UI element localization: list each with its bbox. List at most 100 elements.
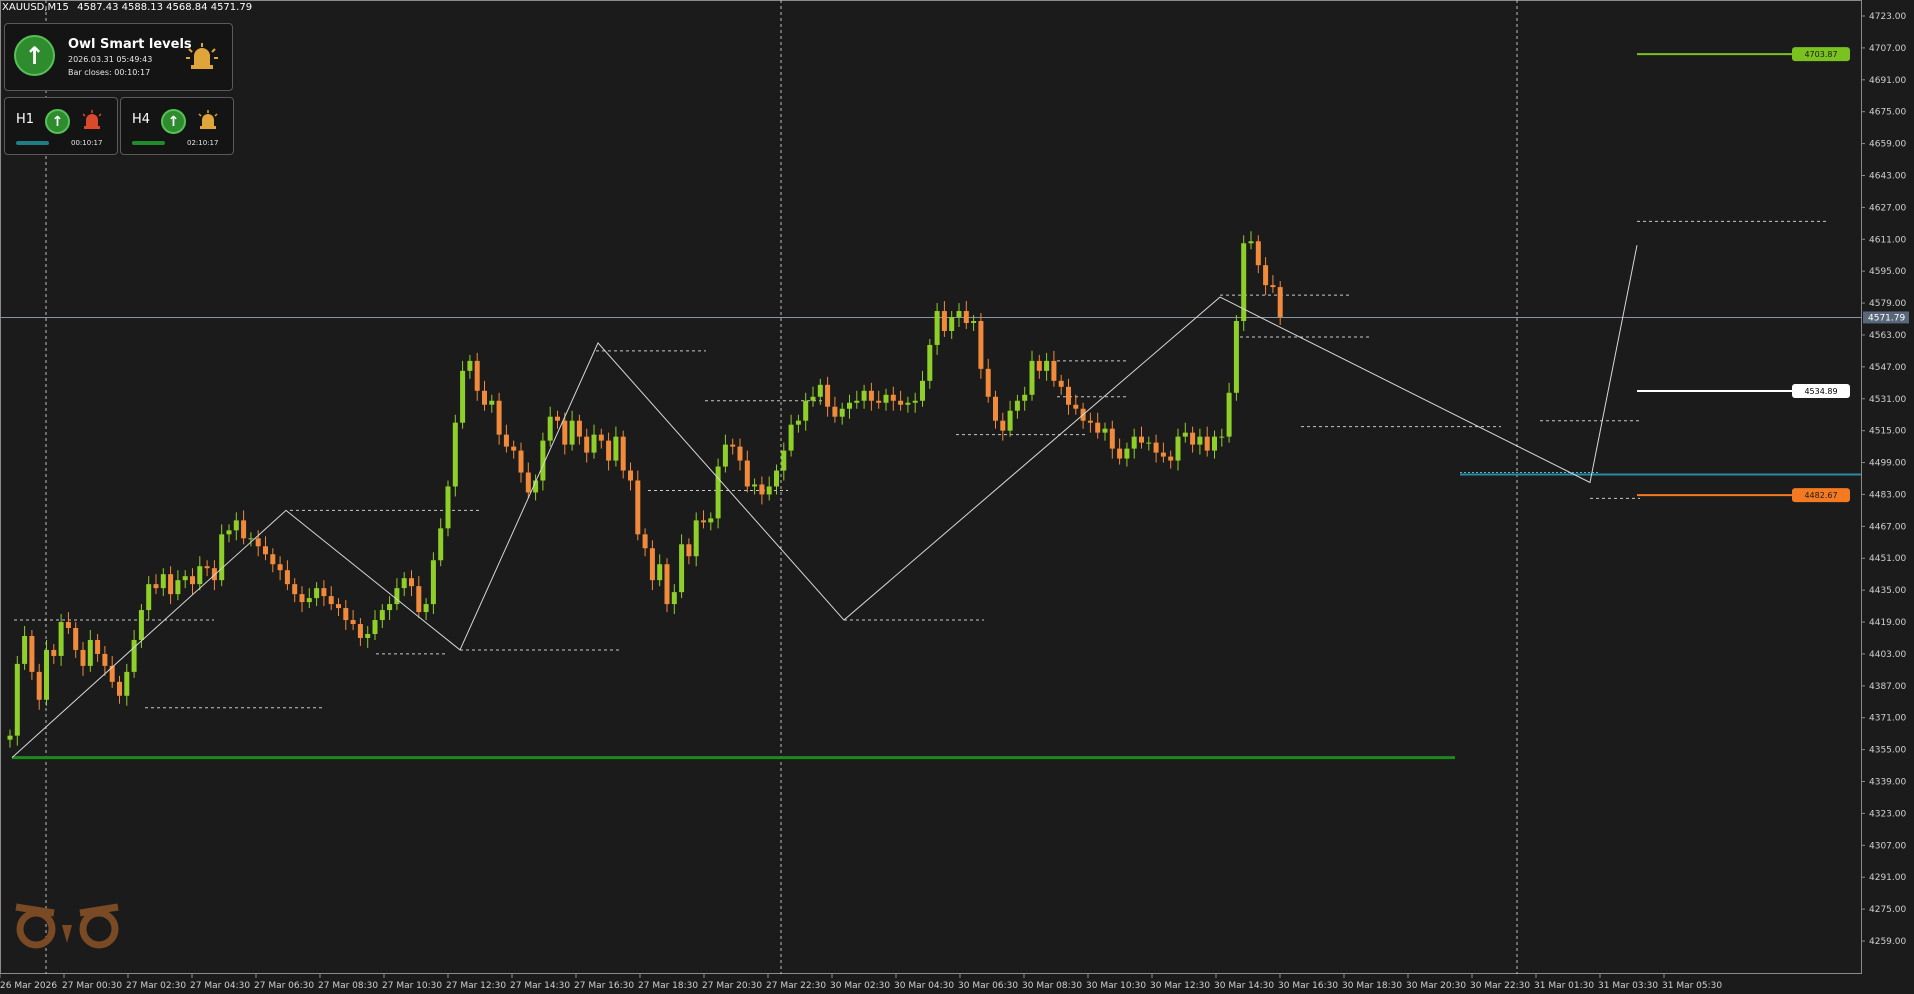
bull-candle: [44, 639, 49, 706]
candle-body: [117, 681, 122, 696]
candle-body: [438, 528, 444, 561]
bear-candle: [95, 633, 101, 662]
candle-body: [1270, 285, 1276, 288]
price-axis-label: 4707.00: [1869, 44, 1906, 54]
owl-logo: [15, 903, 119, 949]
candle-body: [1044, 360, 1050, 371]
current-price-label: 4571.79: [1868, 313, 1905, 323]
candle-body: [1204, 436, 1210, 451]
zigzag-line: [11, 245, 1638, 758]
candle-body: [956, 311, 962, 318]
candle-body: [87, 639, 93, 666]
candle-body: [854, 400, 860, 403]
candle-body: [44, 649, 49, 700]
bear-candle: [241, 510, 247, 545]
bar-closes-text: Bar closes: 00:10:17: [68, 68, 151, 77]
candle-body: [701, 520, 706, 523]
h4-panel[interactable]: H4 ↑ 02:10:17: [120, 97, 234, 155]
bull-candle: [1241, 235, 1247, 331]
price-chart[interactable]: 4703.87 4534.89 4482.67 4723.00 4707.00 4691…: [0, 0, 1914, 994]
bear-candle: [1204, 426, 1210, 457]
price-axis-label: 4659.00: [1869, 140, 1906, 150]
bull-candle: [547, 406, 553, 447]
price-axis-label: 4723.00: [1869, 12, 1906, 22]
candle-body: [1153, 442, 1159, 453]
time-axis-label: 27 Mar 06:30: [254, 981, 314, 991]
candle-body: [270, 554, 276, 565]
candle-body: [898, 400, 904, 405]
candle-body: [160, 574, 166, 589]
candle-body: [635, 480, 641, 535]
bear-candle: [562, 412, 568, 455]
bear-candle: [993, 390, 998, 429]
candle-body: [941, 311, 947, 331]
symbol-header: XAUUSD,M15 4587.43 4588.13 4568.84 4571.…: [2, 2, 252, 13]
candle-body: [124, 671, 130, 696]
bull-candle: [1044, 352, 1050, 381]
candle-body: [306, 598, 312, 603]
up-arrow-icon: ↑: [14, 35, 55, 76]
bull-candle: [182, 570, 188, 589]
bull-candle: [847, 394, 852, 419]
bear-candle: [868, 382, 874, 411]
candle-body: [29, 635, 35, 672]
bear-candle: [744, 450, 750, 493]
bear-candle: [1095, 412, 1101, 439]
candle-body: [810, 396, 816, 401]
time-axis-label: 30 Mar 08:30: [1022, 981, 1082, 991]
price-axis-label: 4515.00: [1869, 427, 1906, 437]
ohlc-values: 4587.43 4588.13 4568.84 4571.79: [77, 2, 253, 13]
candle-body: [95, 639, 101, 654]
candle-body: [460, 370, 466, 423]
bear-candle: [985, 358, 991, 403]
h1-panel[interactable]: H1 ↑ 00:10:17: [4, 97, 118, 155]
bull-candle: [1146, 436, 1152, 451]
owl-main-panel[interactable]: ↑ Owl Smart levels 2026.03.31 05:49:43 B…: [4, 23, 233, 91]
time-axis-label: 31 Mar 05:30: [1662, 981, 1722, 991]
bull-candle: [1014, 394, 1020, 419]
candle-body: [379, 610, 385, 621]
price-axis-label: 4403.00: [1869, 650, 1906, 660]
bear-candle: [503, 424, 509, 453]
bull-candle: [920, 370, 925, 407]
bear-candle: [518, 442, 524, 483]
bear-candle: [825, 376, 831, 417]
bear-candle: [36, 663, 42, 710]
bear-candle: [759, 476, 765, 505]
candle-body: [357, 624, 363, 638]
bull-candle: [430, 552, 436, 615]
h1-timer: 00:10:17: [71, 139, 103, 147]
bear-candle: [357, 618, 363, 646]
time-axis-label: 27 Mar 18:30: [638, 981, 698, 991]
price-axis-label: 4419.00: [1869, 618, 1906, 628]
bull-candle: [1212, 430, 1217, 459]
candle-body: [416, 586, 422, 613]
bull-candle: [905, 396, 911, 413]
bull-candle: [233, 512, 239, 541]
bear-candle: [474, 352, 480, 401]
candle-body: [1117, 448, 1123, 459]
symbol-name: XAUUSD,M15: [2, 2, 69, 13]
time-axis-label: 30 Mar 20:30: [1406, 981, 1466, 991]
bear-candle: [277, 556, 283, 581]
time-axis-label: 27 Mar 22:30: [766, 981, 826, 991]
candle-body: [146, 584, 152, 611]
candle-body: [861, 390, 867, 401]
candle-body: [1226, 392, 1232, 437]
indicator-datetime: 2026.03.31 05:49:43: [68, 55, 153, 64]
stop-level-orange-label: 4482.67: [1804, 491, 1837, 500]
time-axis-label: 27 Mar 04:30: [190, 981, 250, 991]
candle-body: [299, 594, 305, 603]
bull-candle: [912, 392, 918, 413]
price-axis-label: 4275.00: [1869, 905, 1906, 915]
candle-body: [1168, 456, 1174, 461]
candle-body: [730, 444, 736, 447]
bear-candle: [263, 536, 268, 561]
bull-candle: [1248, 231, 1254, 250]
candle-body: [591, 434, 597, 453]
candle-body: [51, 649, 57, 656]
candle-body: [766, 486, 772, 495]
bear-candle: [576, 414, 582, 445]
bear-candle: [606, 432, 612, 471]
bull-candle: [1102, 422, 1108, 441]
